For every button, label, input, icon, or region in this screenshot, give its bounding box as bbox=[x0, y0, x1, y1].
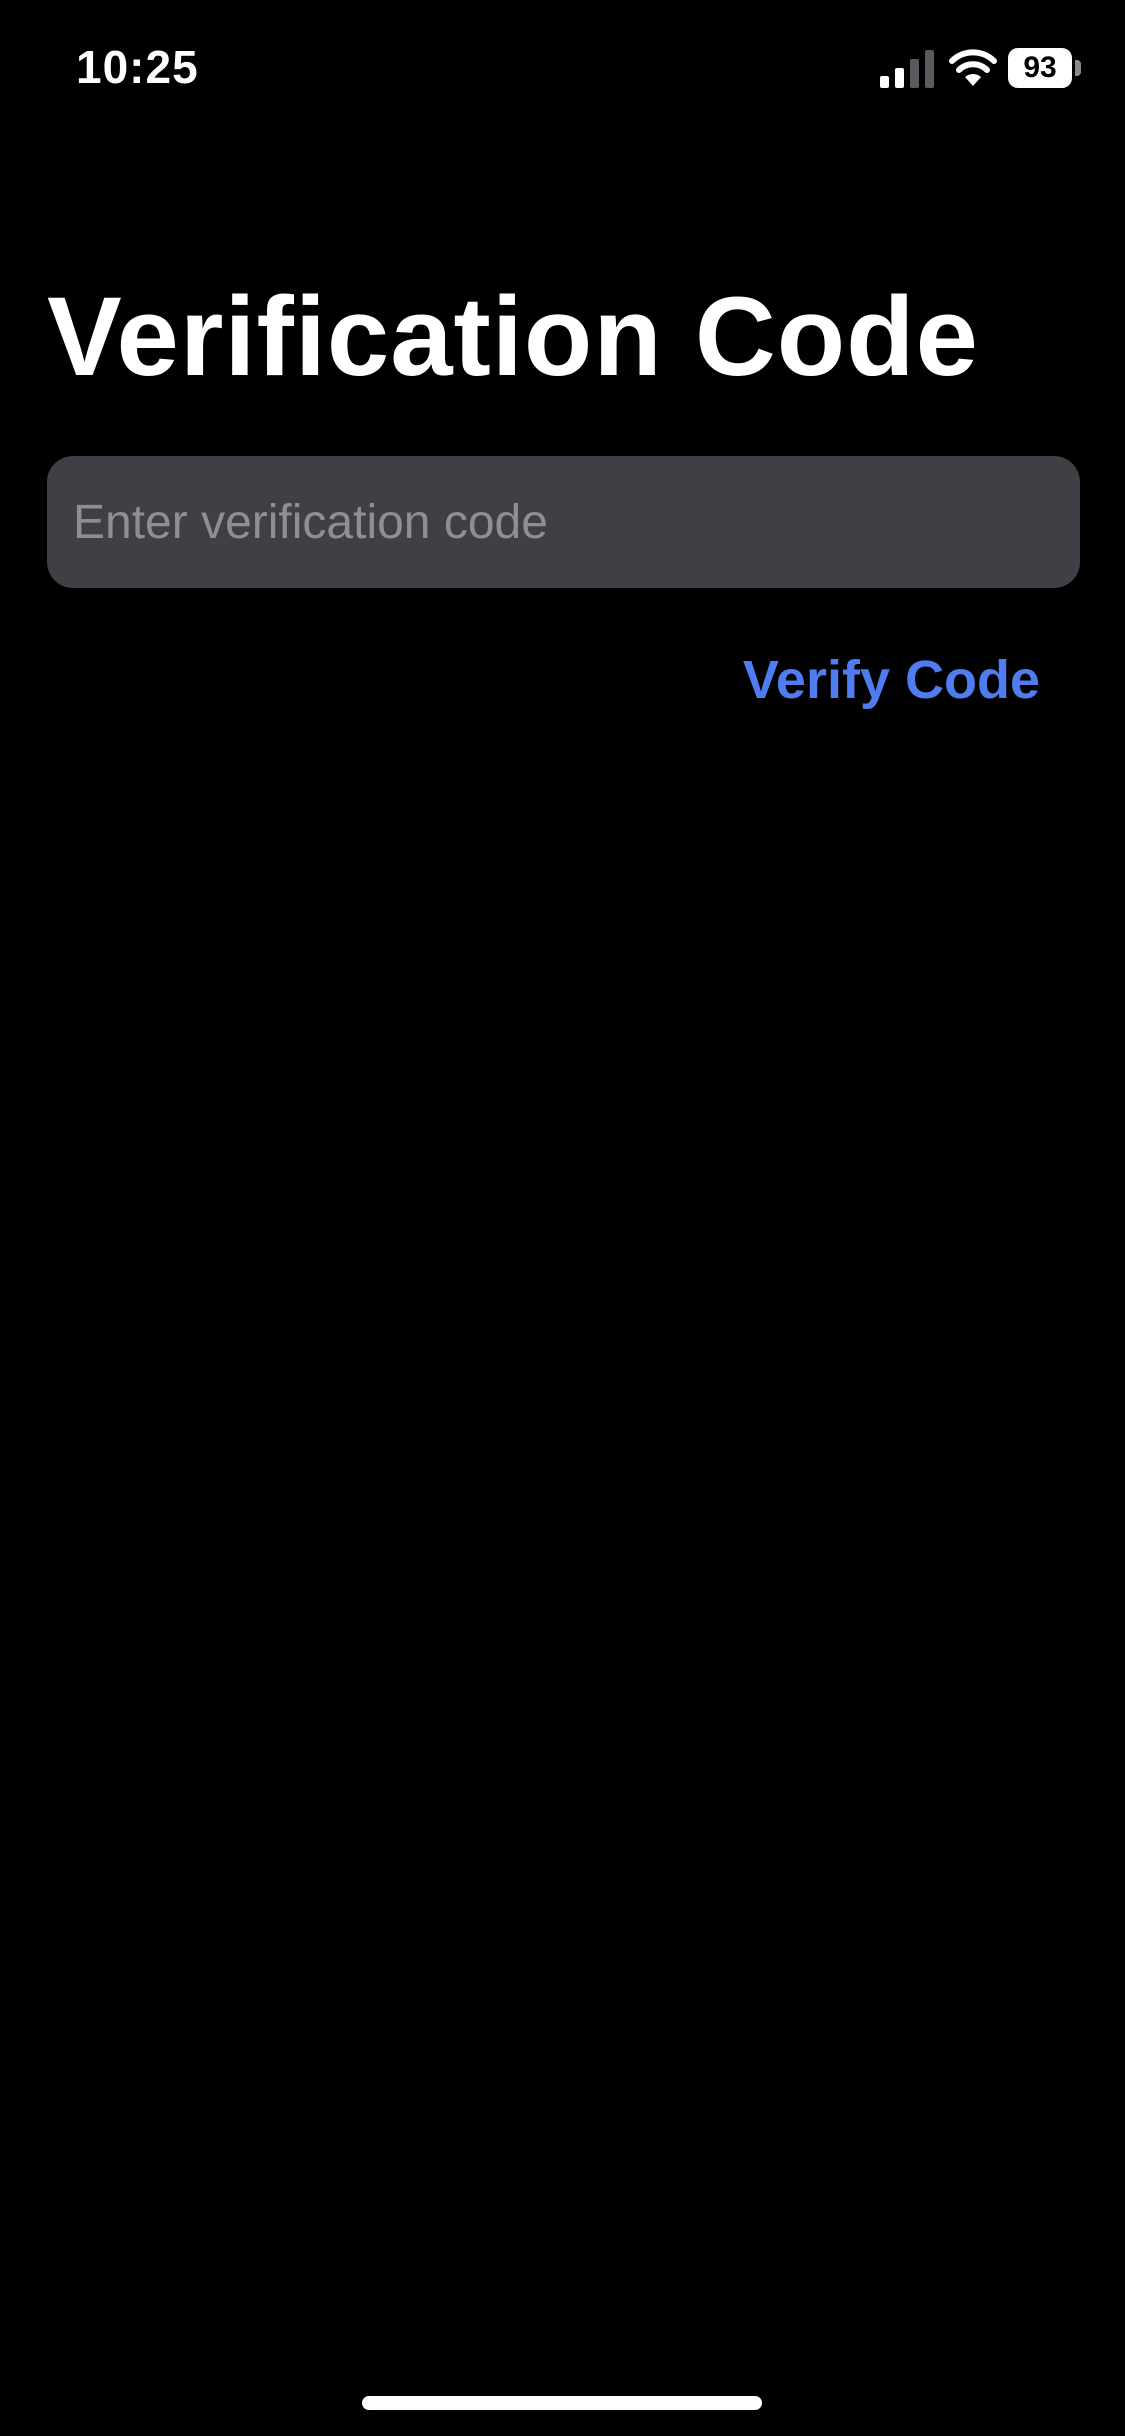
wifi-icon bbox=[949, 49, 997, 86]
battery-body: 93 bbox=[1008, 48, 1072, 88]
home-indicator bbox=[362, 2396, 762, 2410]
verification-code-field[interactable] bbox=[47, 456, 1080, 588]
battery-level: 93 bbox=[1023, 51, 1057, 84]
verify-code-button[interactable]: Verify Code bbox=[700, 640, 1040, 720]
status-time: 10:25 bbox=[76, 41, 199, 93]
verification-code-input[interactable] bbox=[47, 456, 1080, 588]
battery-cap bbox=[1075, 60, 1081, 76]
status-bar: 10:25 93 bbox=[0, 0, 1125, 140]
page-title: Verification Code bbox=[47, 274, 979, 399]
battery-icon: 93 bbox=[1008, 48, 1084, 90]
cellular-signal-icon bbox=[880, 50, 934, 88]
